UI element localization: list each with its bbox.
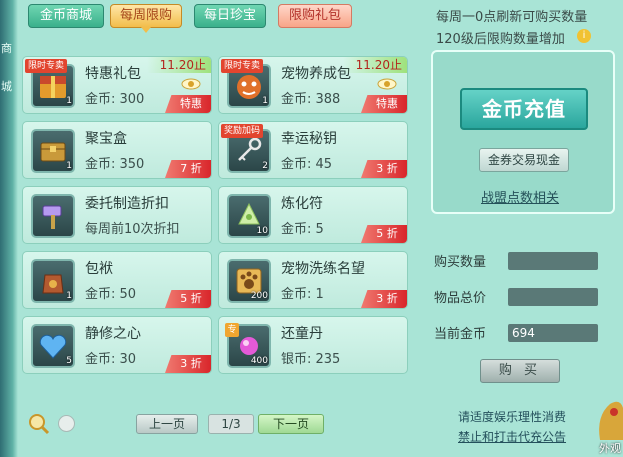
total-price-field: [508, 288, 598, 306]
item-qty: 1: [66, 161, 72, 171]
item-card[interactable]: 200 宠物洗练名望 金币: 1 3 折: [218, 251, 408, 309]
item-discount-tag: 特惠: [165, 95, 211, 113]
tab-weekly-limited[interactable]: 每周限购: [110, 4, 182, 33]
side-char: 商: [1, 42, 12, 55]
item-name: 聚宝盒: [85, 131, 127, 147]
item-card[interactable]: 10 炼化符 金币: 5 5 折: [218, 186, 408, 244]
item-price: 金币: 1: [281, 287, 324, 302]
item-card[interactable]: 委托制造折扣 每周前10次折扣: [22, 186, 212, 244]
item-price: 每周前10次折扣: [85, 222, 180, 237]
item-discount-tag: 3 折: [165, 355, 211, 373]
item-deadline: 11.20止: [343, 57, 407, 73]
item-qty: 10: [256, 226, 268, 236]
item-card[interactable]: 5 静修之心 金币: 30 3 折: [22, 316, 212, 374]
limited-sale-ribbon: 限时专卖: [221, 59, 264, 73]
buy-button[interactable]: 购 买: [480, 359, 560, 383]
heart-gem-icon: 5: [31, 324, 75, 368]
item-price: 金币: 50: [85, 287, 137, 302]
left-side-decoration: 商 城: [0, 0, 18, 457]
item-card[interactable]: 1 包袱 金币: 50 5 折: [22, 251, 212, 309]
current-gold-field: 694: [508, 324, 598, 342]
level-notice: 120级后限购数量增加: [436, 32, 565, 47]
buy-qty-label: 购买数量: [434, 255, 487, 270]
refresh-notice: 每周一0点刷新可购买数量: [436, 10, 588, 25]
item-qty: 5: [66, 356, 72, 366]
side-char: 城: [1, 80, 12, 93]
item-price: 金币: 350: [85, 157, 145, 172]
dragon-figure-icon: [599, 401, 623, 440]
item-qty: 1: [66, 291, 72, 301]
item-price: 银币: 235: [281, 352, 341, 367]
current-gold-label: 当前金币: [434, 327, 487, 342]
item-name: 静修之心: [85, 326, 141, 342]
special-badge: 专: [225, 323, 239, 337]
next-page-button[interactable]: 下一页: [258, 414, 324, 434]
buy-qty-field[interactable]: [508, 252, 598, 270]
item-discount-tag: 5 折: [361, 225, 407, 243]
item-qty: 200: [250, 291, 268, 301]
item-qty: 1: [262, 96, 268, 106]
zoom-search-icon[interactable]: [28, 413, 50, 435]
item-price: 金币: 30: [85, 352, 137, 367]
treasure-box-icon: 1: [31, 129, 75, 173]
shop-window: 商 城 金币商城 每周限购 每日珍宝 限购礼包 1 限时专卖 特惠礼包 金币: …: [0, 0, 623, 457]
item-card[interactable]: 1 限时专卖 宠物养成包 金币: 388 11.20止 特惠: [218, 56, 408, 114]
page-indicator: 1/3: [208, 414, 254, 434]
pagination: 上一页 1/3 下一页: [18, 408, 420, 438]
item-grid: 1 限时专卖 特惠礼包 金币: 300 11.20止 特惠 1 限时专卖 宠物养…: [18, 36, 420, 386]
tab-gold-shop[interactable]: 金币商城: [28, 4, 104, 28]
item-discount-tag: 特惠: [361, 95, 407, 113]
item-name: 幸运秘钥: [281, 131, 337, 147]
info-icon[interactable]: i: [577, 29, 591, 43]
appearance-button[interactable]: 外观: [596, 396, 623, 457]
item-discount-tag: 3 折: [361, 160, 407, 178]
item-name: 宠物洗练名望: [281, 261, 365, 277]
item-name: 特惠礼包: [85, 66, 141, 82]
item-discount-tag: 3 折: [361, 290, 407, 308]
preview-eye-icon[interactable]: [181, 77, 201, 91]
alliance-points-link[interactable]: 战盟点数相关: [481, 187, 559, 206]
item-card[interactable]: 400 专 还童丹 银币: 235: [218, 316, 408, 374]
preview-eye-icon[interactable]: [377, 77, 397, 91]
prev-page-button[interactable]: 上一页: [136, 414, 198, 434]
appearance-label: 外观: [599, 442, 621, 455]
right-panel: 每周一0点刷新可购买数量 120级后限购数量增加 i 金币充值 金券交易现金 战…: [430, 0, 623, 457]
limited-sale-ribbon: 限时专卖: [25, 59, 68, 73]
toggle-circle[interactable]: [58, 415, 75, 432]
item-price: 金币: 5: [281, 222, 324, 237]
paw-badge-icon: 200: [227, 259, 271, 303]
item-name: 炼化符: [281, 196, 323, 212]
hammer-icon: [31, 194, 75, 238]
tab-daily-treasure[interactable]: 每日珍宝: [194, 4, 266, 28]
moderate-spending-notice[interactable]: 请适度娱乐理性消费: [458, 408, 566, 425]
item-qty: 1: [66, 96, 72, 106]
item-qty: 2: [262, 161, 268, 171]
item-name: 委托制造折扣: [85, 196, 169, 212]
voucher-exchange-button[interactable]: 金券交易现金: [479, 148, 569, 172]
bonus-ribbon: 奖励加码: [221, 124, 264, 138]
item-card[interactable]: 2 奖励加码 幸运秘钥 金币: 45 3 折: [218, 121, 408, 179]
talisman-icon: 10: [227, 194, 271, 238]
item-discount-tag: 5 折: [165, 290, 211, 308]
item-name: 包袱: [85, 261, 113, 277]
anti-proxy-recharge-link[interactable]: 禁止和打击代充公告: [458, 428, 566, 445]
bag-icon: 1: [31, 259, 75, 303]
recharge-section: 金币充值 金券交易现金 战盟点数相关: [431, 50, 615, 214]
tab-limited-packs[interactable]: 限购礼包: [278, 4, 352, 28]
item-name: 还童丹: [281, 326, 323, 342]
item-deadline: 11.20止: [147, 57, 211, 73]
item-price: 金币: 300: [85, 92, 145, 107]
item-qty: 400: [250, 356, 268, 366]
gold-recharge-button[interactable]: 金币充值: [460, 88, 588, 130]
total-price-label: 物品总价: [434, 291, 487, 306]
item-discount-tag: 7 折: [165, 160, 211, 178]
item-card[interactable]: 1 聚宝盒 金币: 350 7 折: [22, 121, 212, 179]
item-card[interactable]: 1 限时专卖 特惠礼包 金币: 300 11.20止 特惠: [22, 56, 212, 114]
item-name: 宠物养成包: [281, 66, 351, 82]
item-price: 金币: 45: [281, 157, 333, 172]
item-price: 金币: 388: [281, 92, 341, 107]
